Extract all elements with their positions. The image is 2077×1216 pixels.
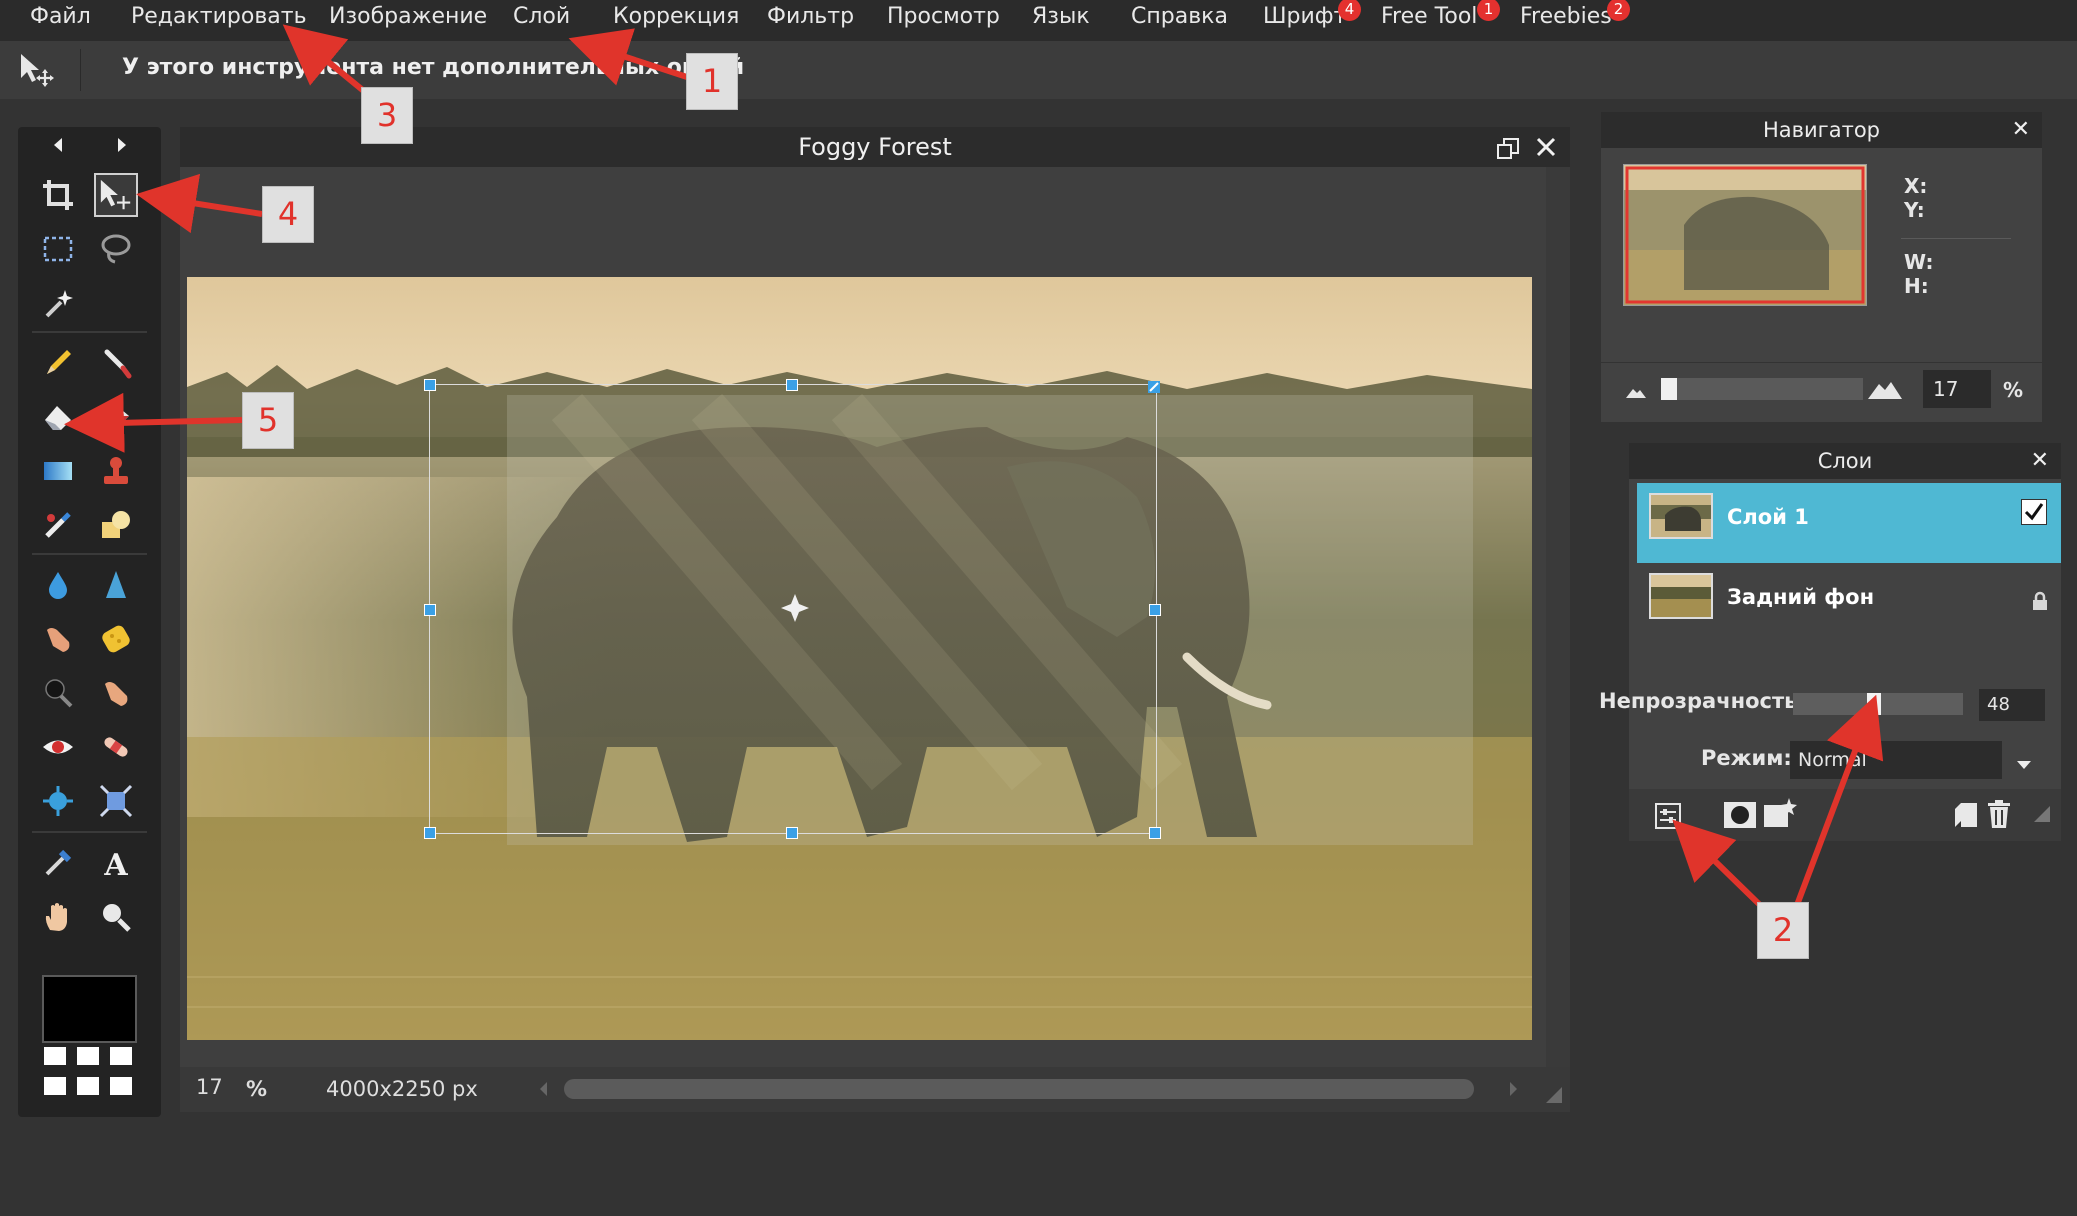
callout-3: 3 [361,87,413,144]
annotation-arrows [64,24,1884,908]
callout-5: 5 [242,392,294,449]
callout-2: 2 [1757,902,1809,959]
callout-1: 1 [686,53,738,110]
callout-4: 4 [262,186,314,243]
